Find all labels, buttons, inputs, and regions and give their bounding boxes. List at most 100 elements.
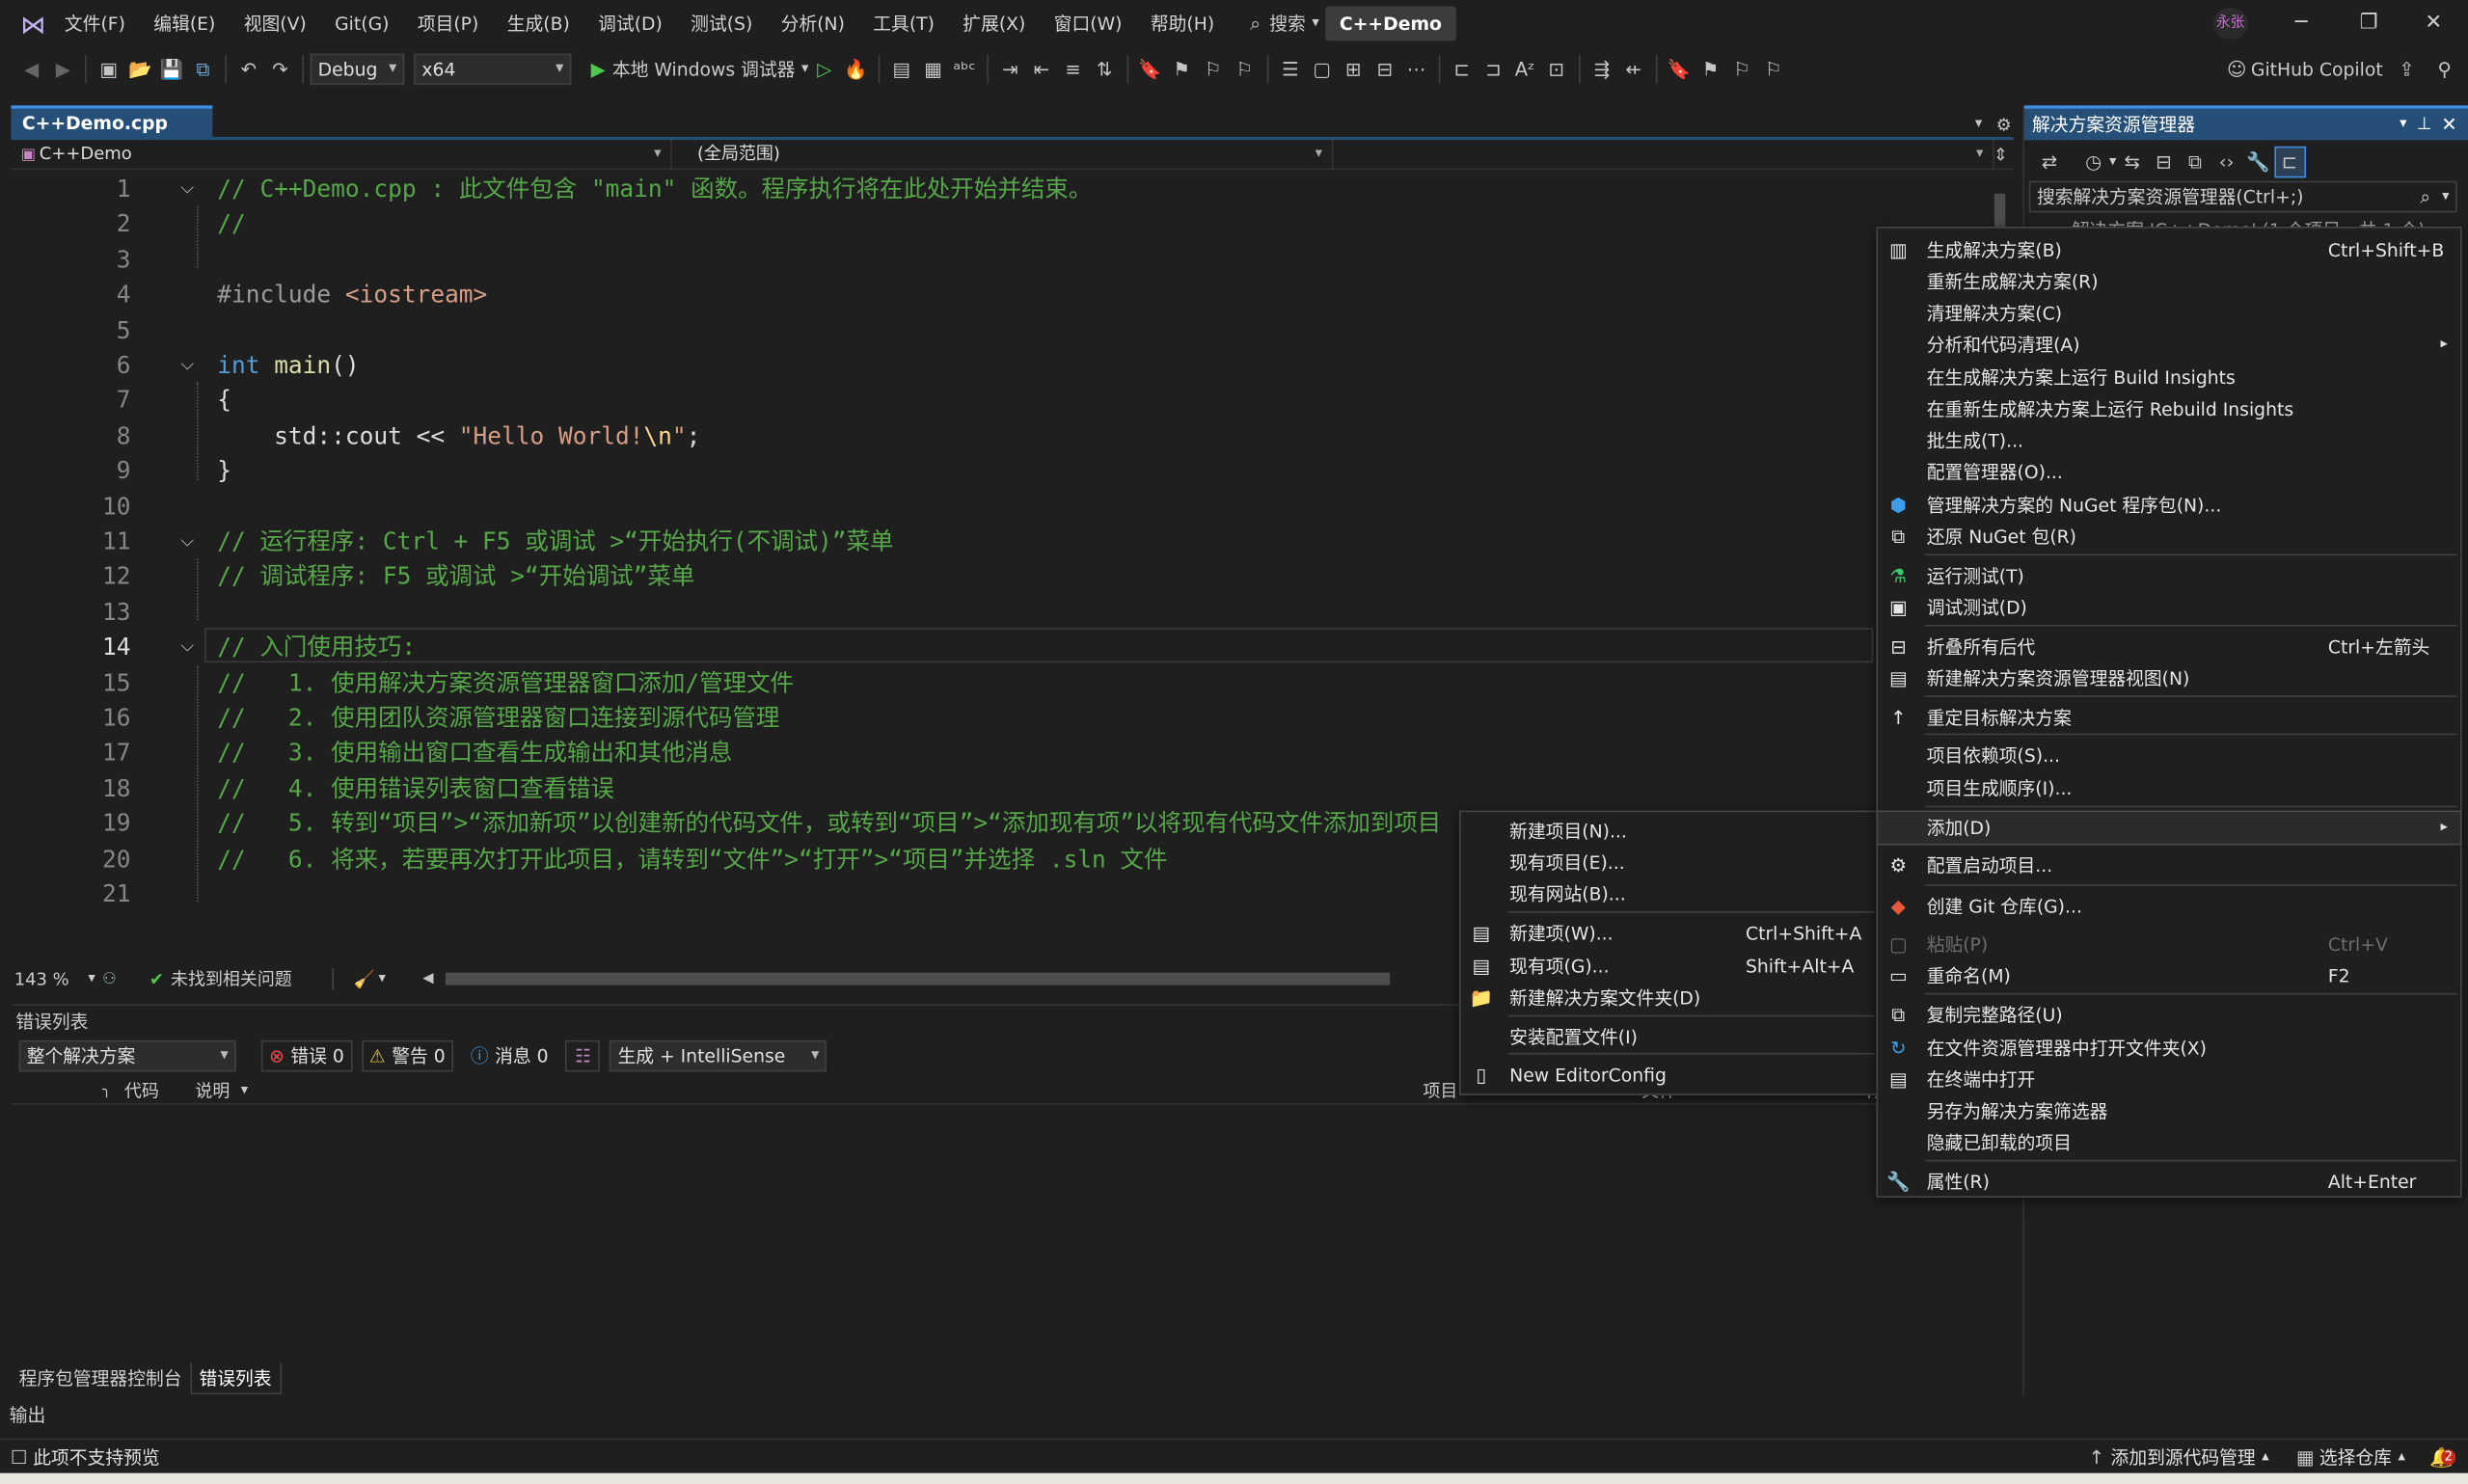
toolbar-tool-icon[interactable]: ⇥: [994, 53, 1026, 85]
toolbar-tool-icon[interactable]: ⊞: [1338, 53, 1370, 85]
feedback-icon[interactable]: ⚲: [2428, 53, 2460, 85]
toolbar-tool-icon[interactable]: ▢: [1306, 53, 1338, 85]
menu-item[interactable]: 编辑(E): [140, 0, 230, 47]
solution-explorer-search[interactable]: 搜索解决方案资源管理器(Ctrl+;) ⌕ ▾: [2028, 180, 2457, 213]
bookmark-icon[interactable]: ⚐: [1229, 53, 1261, 85]
menu-item[interactable]: 现有项目(E)...: [1461, 847, 1879, 878]
uncomment-icon[interactable]: ⇷: [1617, 53, 1649, 85]
menu-item[interactable]: ↻ 在文件资源管理器中打开文件夹(X): [1878, 1033, 2460, 1065]
menu-item[interactable]: 扩展(X): [949, 0, 1040, 47]
build-filter-icon[interactable]: ☷: [565, 1039, 601, 1072]
warnings-filter-button[interactable]: ⚠ 警告 0: [361, 1039, 453, 1072]
hot-reload-icon[interactable]: 🔥: [840, 53, 872, 85]
minimize-button[interactable]: ─: [2266, 0, 2336, 47]
fold-toggle-icon[interactable]: ⌵: [176, 524, 199, 559]
code-line[interactable]: #include <iostream>: [217, 278, 487, 313]
menu-item[interactable]: 添加(D) ▸: [1876, 810, 2462, 846]
new-project-icon[interactable]: ▣: [93, 53, 124, 85]
configuration-select[interactable]: Debug: [310, 53, 405, 86]
preview-selected-icon[interactable]: ⊏: [2273, 146, 2306, 178]
bookmark-icon[interactable]: 🔖: [1134, 53, 1166, 85]
toolbar-tool-icon[interactable]: ▦: [917, 53, 949, 85]
code-cleanup-icon[interactable]: 🧹: [350, 964, 378, 992]
intellicode-icon[interactable]: ⚇: [95, 964, 123, 992]
menu-item[interactable]: 项目(P): [403, 0, 493, 47]
fold-toggle-icon[interactable]: ⌵: [176, 630, 199, 665]
menu-item[interactable]: ▥ 生成解决方案(B) Ctrl+Shift+B: [1878, 234, 2460, 266]
menu-item[interactable]: ▤ 新建解决方案资源管理器视图(N): [1878, 662, 2460, 694]
menu-item[interactable]: 重新生成解决方案(R): [1878, 266, 2460, 298]
code-line[interactable]: // 4. 使用错误列表窗口查看错误: [217, 770, 614, 806]
menu-item[interactable]: 调试(D): [583, 0, 676, 47]
menu-item[interactable]: 文件(F): [50, 0, 139, 47]
bookmark-icon[interactable]: 🔖: [1664, 53, 1695, 85]
share-icon[interactable]: ⇪: [2391, 53, 2423, 85]
toolbar-tool-icon[interactable]: ⊐: [1478, 53, 1509, 85]
pin-icon[interactable]: ⊥: [2417, 109, 2432, 141]
select-repository-button[interactable]: ▦ 选择仓库 ▴: [2291, 1443, 2405, 1471]
menu-item[interactable]: 项目生成顺序(I)...: [1878, 772, 2460, 804]
scrollbar-thumb[interactable]: [1993, 193, 2006, 229]
github-copilot-button[interactable]: ☺ GitHub Copilot: [2223, 53, 2383, 85]
window-position-icon[interactable]: ▾: [2400, 109, 2406, 141]
member-navigation-select[interactable]: [1342, 140, 1994, 169]
pending-changes-icon[interactable]: ⇆: [2116, 147, 2148, 178]
toolbar-tool-icon[interactable]: ⊟: [1369, 53, 1400, 85]
tab-package-manager-console[interactable]: 程序包管理器控制台: [11, 1363, 189, 1394]
navigate-forward-icon[interactable]: ▶: [47, 53, 79, 85]
tab-error-list[interactable]: 错误列表: [189, 1363, 282, 1395]
close-icon[interactable]: ✕: [2441, 109, 2456, 141]
menu-item[interactable]: ▤ 现有项(G)... Shift+Alt+A: [1461, 951, 1879, 983]
toolbar-tool-icon[interactable]: ≡: [1057, 53, 1089, 85]
platform-select[interactable]: x64: [414, 53, 572, 86]
menu-item[interactable]: ⧉ 复制完整路径(U): [1878, 999, 2460, 1031]
menu-item[interactable]: ⊟ 折叠所有后代 Ctrl+左箭头: [1878, 631, 2460, 662]
code-line[interactable]: int main(): [217, 348, 359, 384]
split-window-icon[interactable]: ⇕: [1987, 140, 2015, 168]
code-line[interactable]: // 6. 将来，若要再次打开此项目，请转到“文件”>“打开”>“项目”并选择 …: [217, 842, 1167, 877]
start-without-debugging-icon[interactable]: ▷: [808, 53, 840, 85]
toolbar-tool-icon[interactable]: ⇤: [1026, 53, 1058, 85]
menu-item[interactable]: 现有网站(B)...: [1461, 878, 1879, 910]
scroll-left-icon[interactable]: ◀: [414, 964, 442, 992]
source-filter-select[interactable]: 生成 + IntelliSense: [610, 1039, 827, 1072]
close-button[interactable]: ✕: [2399, 0, 2468, 47]
menu-item[interactable]: 新建项目(N)...: [1461, 815, 1879, 847]
menu-item[interactable]: ▯ New EditorConfig: [1461, 1059, 1879, 1091]
menu-item[interactable]: 项目依赖项(S)...: [1878, 740, 2460, 771]
menu-item[interactable]: 另存为解决方案筛选器: [1878, 1095, 2460, 1127]
code-line[interactable]: //: [217, 206, 245, 242]
project-navigation-select[interactable]: ▣ C++Demo: [11, 140, 672, 169]
navigate-back-icon[interactable]: ◀: [15, 53, 47, 85]
solution-name-badge[interactable]: C++Demo: [1325, 6, 1456, 41]
issues-status[interactable]: 未找到相关问题: [171, 966, 292, 991]
scope-navigation-select[interactable]: (全局范围): [691, 140, 1334, 169]
column-description[interactable]: 说明: [195, 1077, 230, 1102]
column-code[interactable]: 代码: [124, 1077, 159, 1102]
menu-item[interactable]: 窗口(W): [1040, 0, 1136, 47]
notifications-button[interactable]: 🔔2: [2427, 1443, 2456, 1471]
bookmark-next-icon[interactable]: ⚐: [1726, 53, 1758, 85]
code-line[interactable]: // 调试程序: F5 或调试 >“开始调试”菜单: [217, 559, 694, 595]
toolbar-tool-icon[interactable]: ▤: [885, 53, 917, 85]
column-project[interactable]: 项目: [1423, 1077, 1457, 1102]
restore-button[interactable]: ❐: [2334, 0, 2403, 47]
spell-check-icon[interactable]: ᵃᵇᶜ: [949, 53, 981, 85]
fold-toggle-icon[interactable]: ⌵: [176, 348, 199, 384]
save-all-icon[interactable]: ⧉: [187, 53, 219, 85]
comment-icon[interactable]: ⇶: [1587, 53, 1618, 85]
save-icon[interactable]: 💾: [156, 53, 188, 85]
bookmark-prev-icon[interactable]: ⚑: [1695, 53, 1726, 85]
zoom-level[interactable]: 143 %: [14, 969, 69, 989]
fold-toggle-icon[interactable]: ⌵: [176, 172, 199, 207]
gear-icon[interactable]: ⚙: [1990, 110, 2018, 138]
menu-item[interactable]: ⬢ 管理解决方案的 NuGet 程序包(N)...: [1878, 490, 2460, 522]
code-line[interactable]: // 2. 使用团队资源管理器窗口连接到源代码管理: [217, 700, 779, 736]
menu-item[interactable]: 视图(V): [230, 0, 320, 47]
menu-item[interactable]: ▭ 重命名(M) F2: [1878, 960, 2460, 992]
collapse-all-icon[interactable]: ⊟: [2148, 147, 2180, 178]
scope-filter-select[interactable]: 整个解决方案: [18, 1039, 236, 1072]
menu-item[interactable]: ▣ 调试测试(D): [1878, 592, 2460, 624]
menu-item[interactable]: 🔧 属性(R) Alt+Enter: [1878, 1166, 2460, 1198]
code-line[interactable]: // 运行程序: Ctrl + F5 或调试 >“开始执行(不调试)”菜单: [217, 524, 893, 559]
